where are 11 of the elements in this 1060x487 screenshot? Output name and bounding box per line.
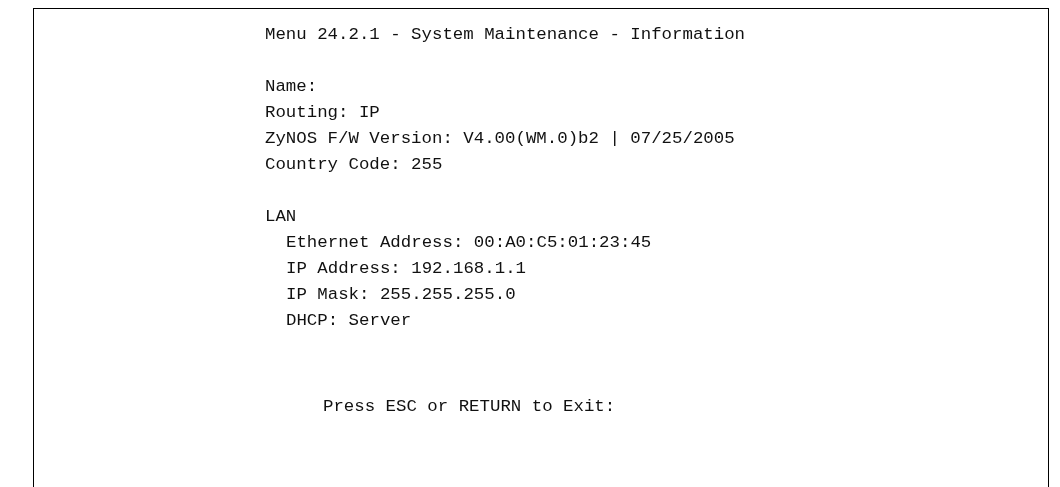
info-line: Ethernet Address: 00:A0:C5:01:23:45 — [286, 232, 652, 254]
menu-title: Menu 24.2.1 - System Maintenance - Information — [265, 24, 746, 46]
info-line: DHCP: Server — [286, 310, 412, 332]
info-line: Routing: IP — [265, 102, 380, 124]
info-line: Country Code: 255 — [265, 154, 443, 176]
info-line: IP Mask: 255.255.255.0 — [286, 284, 516, 306]
info-line: Name: — [265, 76, 318, 98]
info-line: IP Address: 192.168.1.1 — [286, 258, 527, 280]
info-line: ZyNOS F/W Version: V4.00(WM.0)b2 | 07/25/2005 — [265, 128, 735, 150]
section-heading: LAN — [265, 206, 297, 228]
exit-prompt: Press ESC or RETURN to Exit: — [323, 396, 616, 418]
